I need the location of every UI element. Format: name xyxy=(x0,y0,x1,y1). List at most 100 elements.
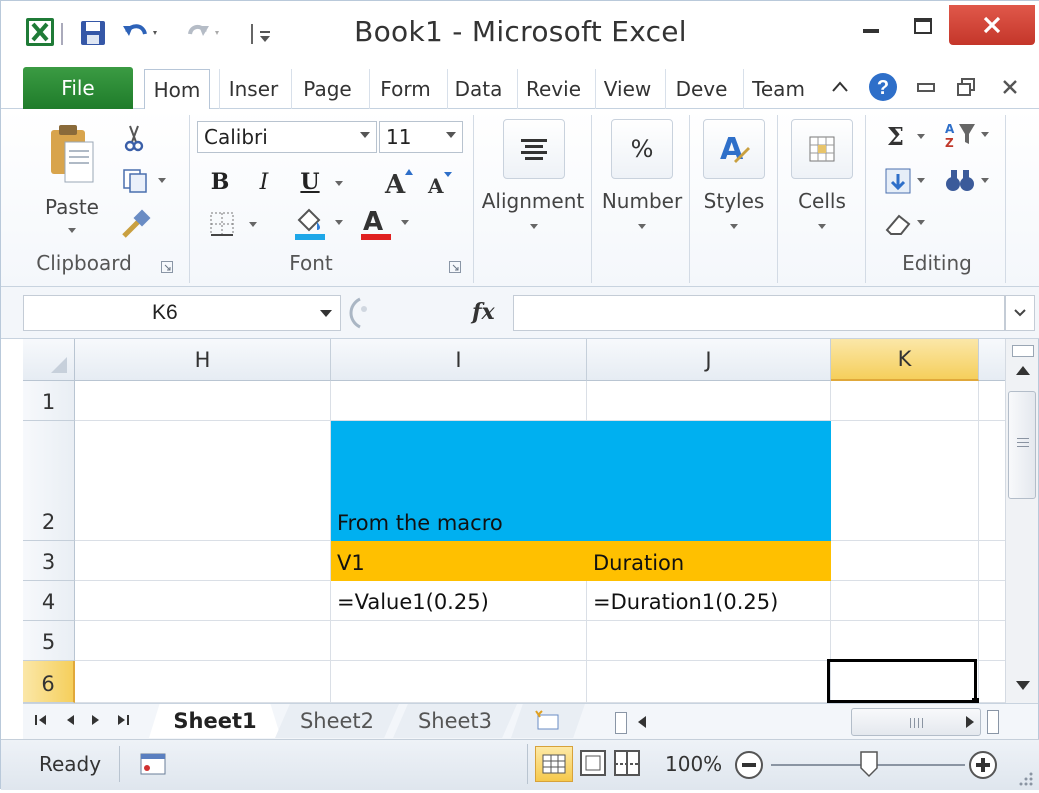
vertical-scrollbar[interactable] xyxy=(1005,339,1038,703)
row-header-3[interactable]: 3 xyxy=(23,541,75,581)
sheet-tab-sheet1[interactable]: Sheet1 xyxy=(149,704,281,738)
autosum-icon[interactable]: Σ xyxy=(881,121,935,151)
alignment-dropdown-icon[interactable] xyxy=(527,221,541,231)
name-box[interactable]: K6 xyxy=(23,295,341,331)
tab-formulas[interactable]: Form xyxy=(369,69,441,109)
cell-l3[interactable] xyxy=(979,541,1005,581)
insert-sheet-tab[interactable] xyxy=(511,704,585,738)
column-header-k[interactable]: K xyxy=(831,339,979,381)
cells-icon[interactable] xyxy=(791,119,853,179)
hscroll-left-icon[interactable] xyxy=(635,714,649,735)
column-header-partial[interactable] xyxy=(979,339,1005,381)
cell-j5[interactable] xyxy=(587,621,831,661)
number-button[interactable]: Number xyxy=(595,189,689,213)
copy-icon[interactable] xyxy=(117,165,173,195)
paste-button[interactable]: Paste xyxy=(37,195,107,219)
scroll-down-icon[interactable] xyxy=(1014,679,1032,698)
maximize-button[interactable] xyxy=(901,7,945,45)
borders-icon[interactable] xyxy=(205,207,267,241)
cell-j6[interactable] xyxy=(587,661,831,703)
cells-dropdown-icon[interactable] xyxy=(815,221,829,231)
font-size-combo[interactable]: 11 xyxy=(379,121,463,153)
cell-k2[interactable] xyxy=(831,421,979,541)
cell-l1[interactable] xyxy=(979,381,1005,421)
scroll-up-icon[interactable] xyxy=(1014,363,1032,382)
sheet-tab-sheet2[interactable]: Sheet2 xyxy=(275,704,399,738)
alignment-button[interactable]: Alignment xyxy=(477,189,589,213)
bold-button[interactable]: B xyxy=(205,165,235,199)
cell-j3[interactable]: Duration xyxy=(587,541,831,581)
styles-button[interactable]: Styles xyxy=(697,189,771,213)
fill-icon[interactable] xyxy=(881,165,935,197)
cell-i1[interactable] xyxy=(331,381,587,421)
underline-button[interactable]: U xyxy=(295,165,325,199)
horizontal-scroll-thumb[interactable] xyxy=(851,708,981,736)
minimize-ribbon-icon[interactable] xyxy=(827,69,853,105)
number-dropdown-icon[interactable] xyxy=(635,221,649,231)
zoom-slider-thumb[interactable] xyxy=(859,750,879,783)
workbook-close-icon[interactable] xyxy=(995,69,1025,105)
hscroll-right-icon[interactable] xyxy=(963,714,977,735)
workbook-minimize-icon[interactable] xyxy=(913,69,939,105)
tab-file[interactable]: File xyxy=(23,67,133,109)
clipboard-launcher-icon[interactable] xyxy=(159,259,175,275)
styles-dropdown-icon[interactable] xyxy=(727,221,741,231)
expand-formula-bar-icon[interactable] xyxy=(1005,295,1035,331)
number-format-icon[interactable]: % xyxy=(611,119,673,179)
cell-h4[interactable] xyxy=(75,581,331,621)
tab-team[interactable]: Team xyxy=(743,69,813,109)
zoom-out-icon[interactable] xyxy=(733,750,765,785)
cell-h2[interactable] xyxy=(75,421,331,541)
cell-l2[interactable] xyxy=(979,421,1005,541)
normal-view-button[interactable] xyxy=(535,746,573,782)
cell-j1[interactable] xyxy=(587,381,831,421)
resize-grip-icon[interactable] xyxy=(1015,768,1035,793)
column-header-i[interactable]: I xyxy=(331,339,587,381)
tab-view[interactable]: View xyxy=(595,69,659,109)
minimize-button[interactable] xyxy=(851,7,891,45)
fill-color-icon[interactable] xyxy=(289,205,351,243)
font-launcher-icon[interactable] xyxy=(447,259,463,275)
close-button[interactable] xyxy=(949,5,1035,45)
sort-filter-icon[interactable]: AZ xyxy=(941,119,997,151)
cell-k3[interactable] xyxy=(831,541,979,581)
paste-icon[interactable] xyxy=(41,119,103,189)
next-sheet-icon[interactable] xyxy=(89,712,103,731)
cell-i2[interactable]: From the macro xyxy=(331,421,831,541)
formula-bar-handle-icon[interactable] xyxy=(346,295,376,331)
row-header-5[interactable]: 5 xyxy=(23,621,75,661)
clear-icon[interactable] xyxy=(881,207,935,239)
alignment-icon[interactable] xyxy=(503,119,565,179)
tab-split-handle[interactable] xyxy=(615,712,627,734)
split-handle-icon[interactable] xyxy=(1012,345,1034,357)
cell-h1[interactable] xyxy=(75,381,331,421)
row-header-2[interactable]: 2 xyxy=(23,421,75,541)
underline-dropdown-icon[interactable] xyxy=(331,177,347,189)
cell-l5[interactable] xyxy=(979,621,1005,661)
select-all-corner[interactable] xyxy=(23,339,75,381)
cell-k5[interactable] xyxy=(831,621,979,661)
zoom-in-icon[interactable] xyxy=(967,750,999,785)
tab-page-layout[interactable]: Page xyxy=(291,69,363,109)
paste-dropdown-icon[interactable] xyxy=(65,225,79,235)
column-header-h[interactable]: H xyxy=(75,339,331,381)
help-icon[interactable]: ? xyxy=(865,69,901,105)
cell-k1[interactable] xyxy=(831,381,979,421)
cells-button[interactable]: Cells xyxy=(785,189,859,213)
cell-k4[interactable] xyxy=(831,581,979,621)
cut-icon[interactable] xyxy=(119,123,149,153)
tab-data[interactable]: Data xyxy=(447,69,509,109)
worksheet-grid[interactable]: H I J K 1 2 3 4 5 6 From the macro V1 Du… xyxy=(23,339,1005,703)
insert-function-button[interactable]: fx xyxy=(472,299,495,325)
cell-j4[interactable]: =Duration1(0.25) xyxy=(587,581,831,621)
cell-i4[interactable]: =Value1(0.25) xyxy=(331,581,587,621)
increase-font-icon[interactable]: A xyxy=(379,165,419,199)
cell-i3[interactable]: V1 xyxy=(331,541,587,581)
page-break-view-icon[interactable] xyxy=(613,748,641,783)
font-name-combo[interactable]: Calibri xyxy=(197,121,377,153)
decrease-font-icon[interactable]: A xyxy=(423,167,457,199)
tab-developer[interactable]: Deve xyxy=(665,69,737,109)
column-header-j[interactable]: J xyxy=(587,339,831,381)
row-header-6[interactable]: 6 xyxy=(23,661,75,703)
font-color-icon[interactable]: A xyxy=(355,205,417,243)
